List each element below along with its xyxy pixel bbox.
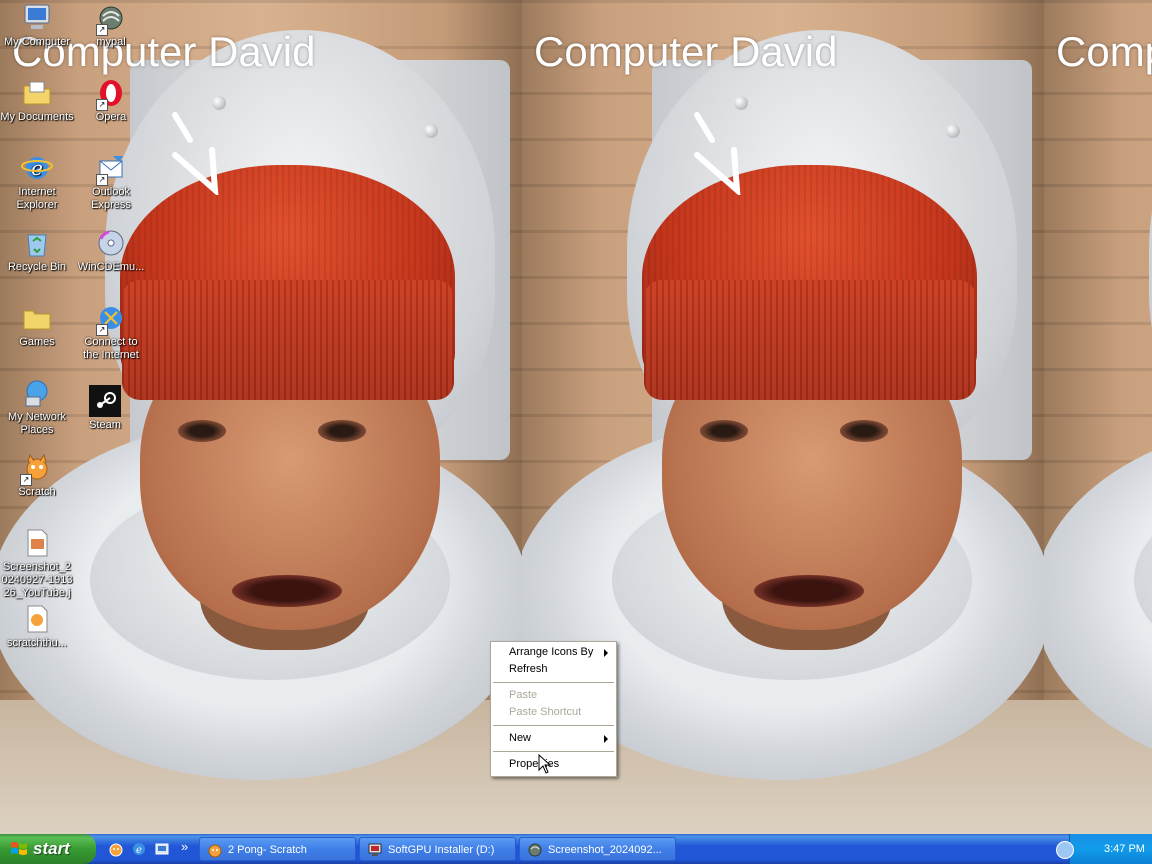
- submenu-arrow-icon: [604, 735, 608, 743]
- folder-icon: [23, 310, 51, 330]
- system-tray: 3:47 PM: [1056, 834, 1152, 864]
- svg-text:e: e: [136, 845, 142, 856]
- wallpaper-caption: Computer David: [534, 28, 838, 75]
- steam-icon: [89, 385, 121, 417]
- show-hidden-icons-chevron-icon[interactable]: [1056, 841, 1074, 859]
- desktop-icon-mypal[interactable]: ↗ mypal: [74, 2, 148, 49]
- desktop-context-menu: Arrange Icons By Refresh Paste Paste Sho…: [490, 641, 617, 777]
- mypal-icon: [528, 843, 542, 857]
- mouse-cursor-icon: [538, 754, 552, 774]
- taskbar-button-softgpu-installer[interactable]: SoftGPU Installer (D:): [359, 837, 516, 861]
- menu-separator: [493, 725, 614, 726]
- desktop-icon-my-documents[interactable]: My Documents: [0, 77, 74, 124]
- submenu-arrow-icon: [604, 649, 608, 657]
- desktop-icon-scratchthu[interactable]: scratchthu...: [0, 603, 74, 650]
- wallpaper-caption: Comp: [1056, 28, 1152, 75]
- scratch-cat-icon: [208, 844, 222, 858]
- menu-item-refresh[interactable]: Refresh: [493, 661, 614, 678]
- arrow-drawing-icon: [694, 112, 741, 195]
- windows-flag-icon: [11, 842, 27, 855]
- taskbar-button-pong-scratch[interactable]: 2 Pong- Scratch: [199, 837, 356, 861]
- shortcut-arrow-icon: ↗: [20, 474, 32, 486]
- quicklaunch-show-desktop-icon[interactable]: [154, 841, 170, 857]
- quicklaunch-more-chevron[interactable]: »: [181, 839, 188, 854]
- taskbar-button-screenshot[interactable]: Screenshot_2024092...: [519, 837, 676, 861]
- desktop-icon-connect-internet[interactable]: ↗ Connect to the Internet: [74, 302, 148, 362]
- desktop-icon-games[interactable]: Games: [0, 302, 74, 349]
- taskbar: start e » 2 Pong- Scratch SoftGPU Instal…: [0, 834, 1152, 864]
- cd-icon: [98, 230, 124, 256]
- folder-documents-icon: [23, 81, 51, 105]
- menu-separator: [493, 682, 614, 683]
- installer-icon: [368, 843, 382, 856]
- image-file-icon: [27, 605, 48, 633]
- menu-item-paste-shortcut: Paste Shortcut: [509, 706, 582, 718]
- desktop-icon-internet-explorer[interactable]: e Internet Explorer: [0, 152, 74, 212]
- shortcut-arrow-icon: ↗: [96, 174, 108, 186]
- svg-text:e: e: [31, 156, 43, 180]
- computer-icon: [24, 4, 50, 29]
- clock[interactable]: 3:47 PM: [1104, 834, 1145, 864]
- desktop-icon-opera[interactable]: ↗ Opera: [74, 77, 148, 124]
- desktop[interactable]: Computer David Computer David Comp My Co…: [0, 0, 1152, 834]
- desktop-icon-my-computer[interactable]: My Computer: [0, 2, 74, 49]
- quicklaunch-internet-explorer-icon[interactable]: e: [131, 841, 147, 857]
- menu-separator: [493, 751, 614, 752]
- desktop-icon-my-network-places[interactable]: My Network Places: [0, 377, 74, 437]
- internet-explorer-icon: e: [21, 156, 53, 180]
- network-icon: [25, 380, 48, 407]
- desktop-icon-scratch[interactable]: ↗ Scratch: [0, 452, 74, 499]
- shortcut-arrow-icon: ↗: [96, 99, 108, 111]
- arrow-drawing-icon: [172, 112, 219, 195]
- start-button[interactable]: start: [0, 834, 96, 864]
- menu-item-new[interactable]: New: [493, 730, 614, 747]
- desktop-icon-outlook-express[interactable]: ↗ Outlook Express: [74, 152, 148, 212]
- quicklaunch-scratch-icon[interactable]: [108, 841, 124, 857]
- recycle-bin-icon: [27, 234, 47, 257]
- desktop-icon-steam[interactable]: Steam: [68, 385, 142, 432]
- image-file-icon: [27, 529, 48, 557]
- desktop-icon-screenshot-file[interactable]: Screenshot_2 0240927-1913 26_YouTube.j: [0, 527, 74, 600]
- menu-item-properties[interactable]: Properties: [493, 756, 614, 773]
- menu-item-arrange-icons-by[interactable]: Arrange Icons By: [493, 644, 614, 661]
- menu-item-paste: Paste: [509, 689, 538, 701]
- desktop-icon-wincdemu[interactable]: WinCDEmu...: [74, 227, 148, 274]
- wallpaper-tile: [1044, 0, 1152, 834]
- shortcut-arrow-icon: ↗: [96, 24, 108, 36]
- desktop-icon-recycle-bin[interactable]: Recycle Bin: [0, 227, 74, 274]
- shortcut-arrow-icon: ↗: [96, 324, 108, 336]
